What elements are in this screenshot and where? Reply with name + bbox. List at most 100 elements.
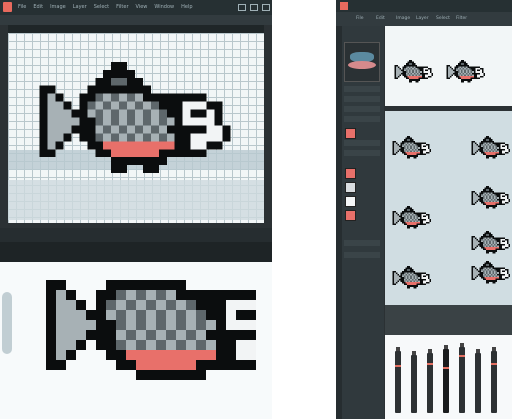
fish-pixel [495,280,498,282]
fish-pixel [498,270,501,273]
fish-pixel [464,71,466,73]
fish-pixel [419,222,422,224]
menu-item[interactable]: Layer [73,4,87,10]
fish-pixel [462,64,465,67]
fish-pixel [47,93,56,102]
fish-pixel [472,68,474,70]
right-menu-item[interactable]: Filter [456,16,467,21]
right-menu-item[interactable]: Layer [416,16,429,21]
fish-pixel [508,198,510,201]
fish-pixel [420,66,422,68]
close-icon[interactable] [262,4,270,11]
fish-pixel [403,274,406,276]
menu-item[interactable]: View [136,4,148,10]
menu-item[interactable]: Window [154,4,174,10]
maximize-icon[interactable] [250,4,258,11]
menu-item[interactable]: Edit [33,4,43,10]
fish-pixel [487,156,490,159]
menu-item[interactable]: Help [181,4,192,10]
color-swatch[interactable] [345,182,356,193]
panel-row[interactable] [344,86,380,92]
document-tab[interactable] [8,25,264,33]
menu-item[interactable]: Filter [116,4,128,10]
fish-pixel [498,145,501,148]
fish-pixel [481,239,483,241]
fish-pixel [490,145,493,148]
fish-pixel [470,79,473,81]
panel-row[interactable] [344,240,380,246]
fish-pixel [471,237,474,239]
right-menu-item[interactable]: Select [436,16,450,21]
fish-pixel [127,85,135,94]
fish-pixel [494,281,496,284]
fish-pixel [494,155,496,157]
panel-row[interactable] [344,252,380,258]
fish-pixel [487,148,490,151]
fish-pixel [425,71,427,73]
fish-pixel [505,145,507,148]
fish-pixel [472,72,474,75]
fish-pixel [494,194,496,196]
fish-pixel [492,205,494,207]
fish-pixel [470,74,473,76]
fish-pixel [464,68,466,70]
fish-pixel [407,220,409,222]
fish-pixel [477,77,479,80]
minimize-icon[interactable] [238,4,246,11]
panel-row[interactable] [344,116,380,122]
fish-pixel [481,190,483,193]
fish-pixel [503,195,506,198]
fish-pixel [508,243,510,246]
fish-pixel [461,63,463,65]
fish-pixel [413,148,415,151]
fish-pixel [190,109,199,118]
image-thumbnail[interactable] [344,42,380,82]
fish-pixel [469,69,471,72]
paint-smear [2,292,12,354]
menu-item[interactable]: Image [50,4,66,10]
fish-pixel [464,79,466,81]
fish-pixel [490,192,493,194]
menu-item[interactable]: File [18,4,26,10]
color-swatch[interactable] [345,128,356,139]
fish-pixel [408,270,411,273]
fish-pixel [135,157,143,166]
color-swatch[interactable] [345,210,356,221]
fish-pixel [494,275,496,277]
fish-pixel [416,285,419,287]
fish-pixel [400,272,403,274]
panel-row[interactable] [344,150,380,156]
left-menu-items: File Edit Image Layer Select Filter View… [18,4,193,10]
fish-pixel [410,210,412,213]
color-swatch[interactable] [345,196,356,207]
fish-pixel [490,269,493,271]
right-menu-item[interactable]: File [356,16,364,21]
fish-pixel [416,277,419,279]
fish-pixel [497,142,499,144]
menu-item[interactable]: Select [94,4,109,10]
fish-pixel [490,153,493,156]
right-menu-item[interactable]: Edit [376,16,385,21]
fish-pixel [409,61,411,64]
right-menu-item[interactable]: Image [396,16,410,21]
pen-item [491,347,497,413]
fish-pixel [508,148,510,151]
color-swatch[interactable] [345,168,356,179]
fish-pixel [196,320,206,330]
panel-row[interactable] [344,106,380,112]
fish-pixel [446,76,449,78]
fish-pixel [403,215,406,218]
panel-row[interactable] [344,140,380,146]
fish-pixel [482,148,485,151]
panel-row[interactable] [344,96,380,102]
fish-pixel [413,147,415,149]
fish-pixel [482,264,485,266]
fish-pixel [467,64,469,67]
fish-pixel [408,152,411,154]
fish-pixel [482,237,485,239]
fish-pixel [423,74,425,76]
fish-pixel [127,157,135,166]
fish-pixel [449,68,452,70]
fish-pixel [490,277,493,279]
fish-pixel [79,101,88,110]
